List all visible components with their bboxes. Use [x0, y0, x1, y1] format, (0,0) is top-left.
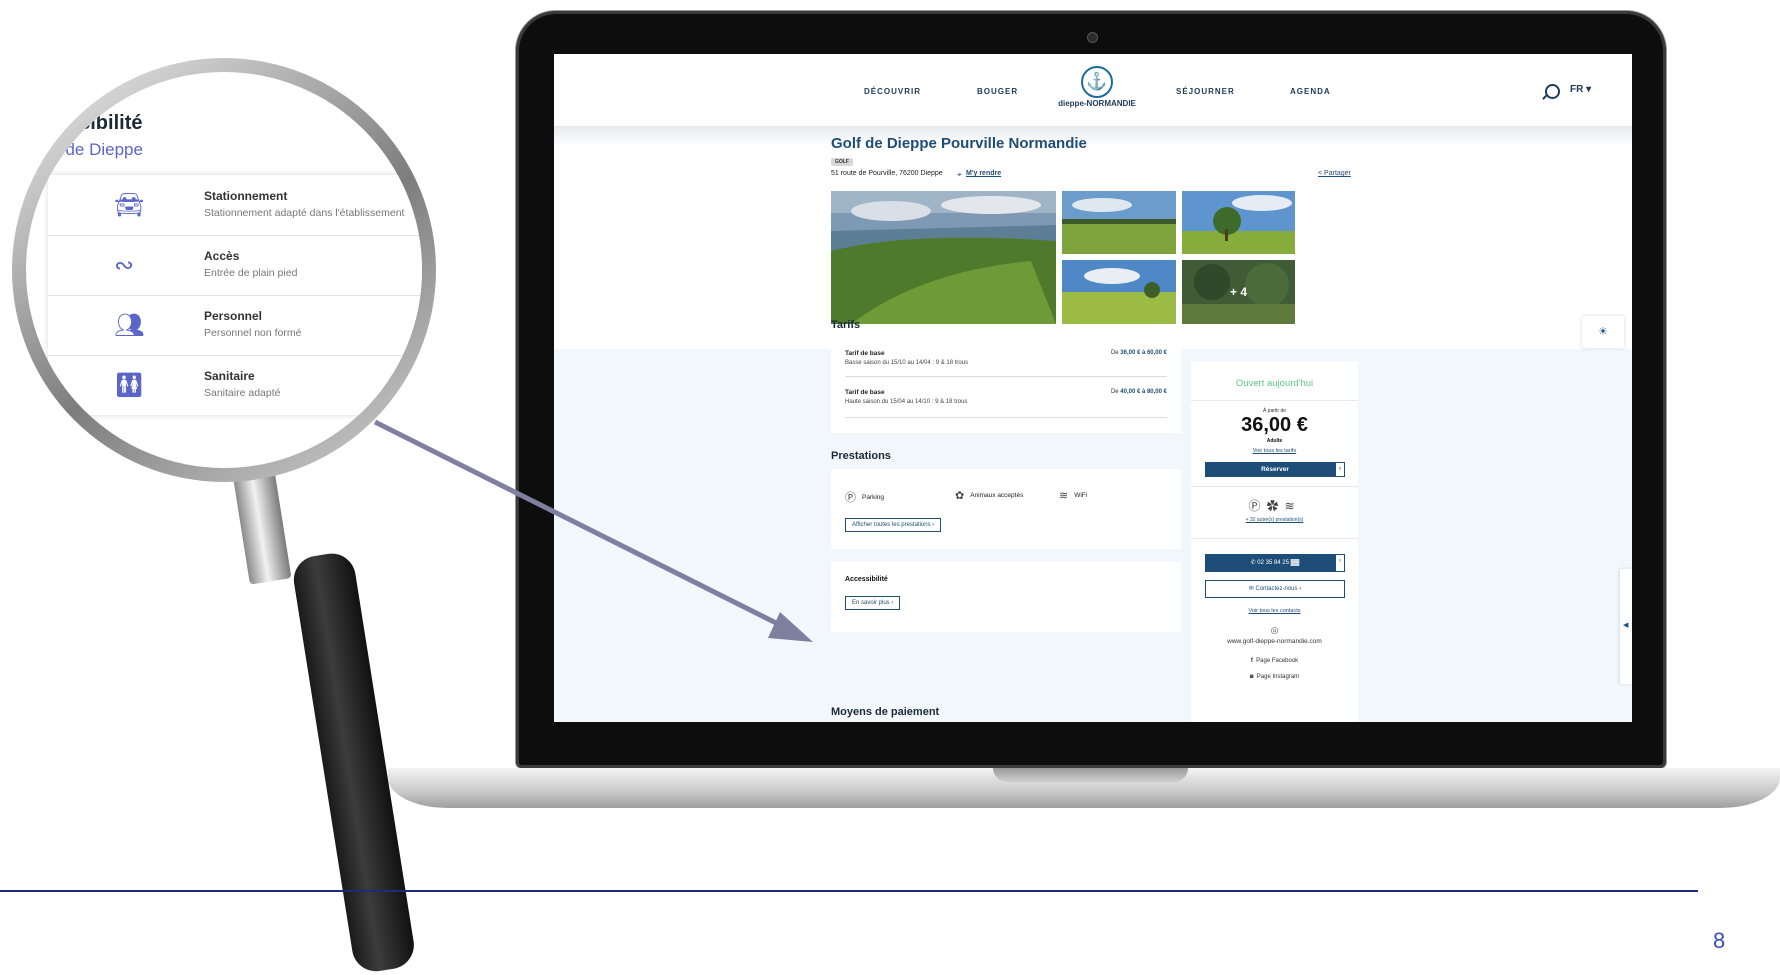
zoom-desc: Sanitaire adapté [204, 387, 281, 399]
magnifier-lens: ssibilité f de Dieppe 🚘︎ Stationnement S… [26, 72, 422, 468]
people-icon: 👥︎ [114, 312, 145, 339]
list-item: 🚻︎ Sanitaire Sanitaire adapté [48, 355, 422, 415]
zoom-title: ssibilité [68, 112, 143, 134]
zoom-desc: Entrée de plain pied [204, 267, 298, 279]
path-icon: ∾ [114, 252, 135, 279]
list-item: ∾ Accès Entrée de plain pied [48, 235, 422, 296]
zoom-label: Sanitaire [204, 369, 255, 383]
footer-line [0, 890, 1698, 892]
zoom-label: Personnel [204, 309, 263, 323]
zoom-accessibility-list: 🚘︎ Stationnement Stationnement adapté da… [48, 175, 422, 415]
zoom-label: Stationnement [204, 189, 288, 203]
list-item: 🚘︎ Stationnement Stationnement adapté da… [48, 175, 422, 236]
zoom-desc: Personnel non formé [204, 327, 302, 339]
zoom-label: Accès [204, 249, 240, 263]
page-number: 8 [1713, 928, 1726, 953]
restroom-icon: 🚻︎ [114, 372, 145, 399]
zoom-subtitle: f de Dieppe [56, 140, 143, 159]
car-icon: 🚘︎ [114, 192, 145, 219]
zoom-desc: Stationnement adapté dans l'établissemen… [204, 207, 405, 219]
list-item: 👥︎ Personnel Personnel non formé [48, 295, 422, 356]
